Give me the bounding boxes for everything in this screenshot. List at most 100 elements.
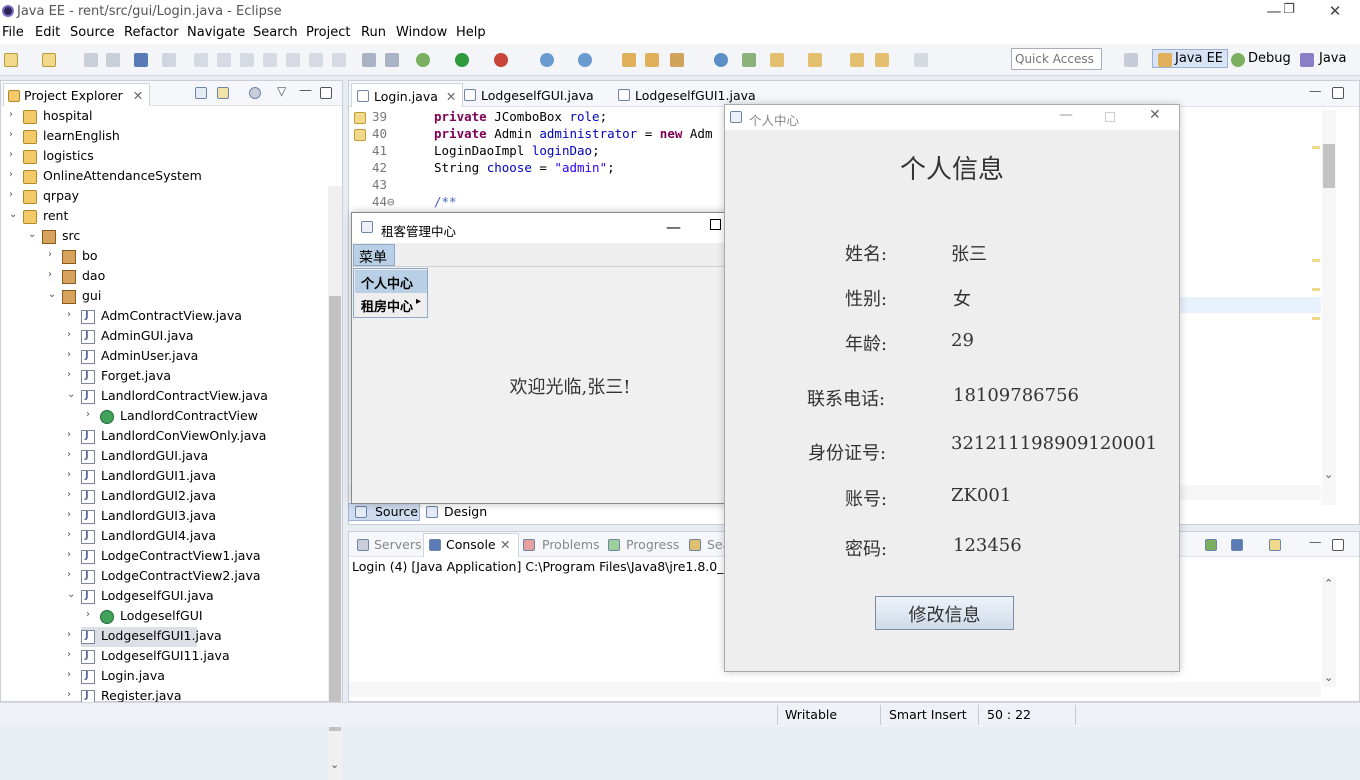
new-icon[interactable] xyxy=(4,53,18,67)
chevron-right-icon[interactable]: › xyxy=(9,189,13,200)
console-hscrollbar[interactable] xyxy=(349,682,1321,697)
skip-breakpoints-icon[interactable] xyxy=(162,53,176,67)
terminate-icon[interactable] xyxy=(240,53,254,67)
chevron-right-icon[interactable]: › xyxy=(67,349,71,360)
editor-scrollbar[interactable]: ⌄ xyxy=(1322,110,1336,505)
code-line[interactable]: 42 String choose = "admin"; xyxy=(352,160,615,177)
open-task-icon[interactable] xyxy=(645,53,659,67)
prev-edit-icon[interactable] xyxy=(770,53,784,67)
minimize-button[interactable]: — xyxy=(1059,107,1073,123)
chevron-right-icon[interactable]: › xyxy=(67,529,71,540)
step-over-icon[interactable] xyxy=(309,53,323,67)
code-line[interactable]: 40 private Admin administrator = new Adm xyxy=(352,126,712,143)
link-with-editor-icon[interactable] xyxy=(217,87,229,99)
close-button[interactable]: ✕ xyxy=(1149,107,1161,123)
filter-icon[interactable] xyxy=(249,87,261,99)
forward-icon[interactable] xyxy=(875,53,889,67)
toggle-mark-icon[interactable] xyxy=(385,53,399,67)
explorer-scroll-thumb[interactable] xyxy=(329,296,341,731)
run-icon[interactable] xyxy=(455,53,469,67)
chevron-right-icon[interactable]: › xyxy=(67,569,71,580)
chevron-right-icon[interactable]: › xyxy=(67,549,71,560)
chevron-right-icon[interactable]: › xyxy=(9,169,13,180)
suspend-icon[interactable] xyxy=(217,53,231,67)
scroll-down-icon[interactable]: ⌄ xyxy=(1324,468,1333,481)
chevron-right-icon[interactable]: › xyxy=(48,269,52,280)
chevron-right-icon[interactable]: › xyxy=(67,689,71,700)
display-console-icon[interactable] xyxy=(1231,539,1243,551)
last-edit-icon[interactable] xyxy=(914,53,928,67)
code-line[interactable]: 44⊖ /** xyxy=(352,194,457,211)
collapse-all-icon[interactable] xyxy=(195,87,207,99)
back-icon[interactable] xyxy=(850,53,864,67)
new-project-icon[interactable] xyxy=(42,53,56,67)
open-console-icon[interactable] xyxy=(1205,539,1217,551)
step-into-icon[interactable] xyxy=(286,53,300,67)
chevron-right-icon[interactable]: › xyxy=(67,509,71,520)
menu-main[interactable]: 菜单 xyxy=(353,244,395,266)
console-icon[interactable] xyxy=(134,53,148,67)
scroll-down-icon[interactable]: ⌄ xyxy=(330,758,339,771)
chevron-right-icon[interactable]: › xyxy=(67,449,71,460)
scroll-down-icon[interactable]: ⌄ xyxy=(1324,671,1333,684)
open-type-icon[interactable] xyxy=(622,53,636,67)
chevron-right-icon[interactable]: › xyxy=(67,649,71,660)
menu-refactor[interactable]: Refactor xyxy=(124,25,179,40)
design-tab-label[interactable]: Design xyxy=(444,504,487,519)
save-all-icon[interactable] xyxy=(106,53,120,67)
step-return-icon[interactable] xyxy=(332,53,346,67)
next-annotation-icon[interactable] xyxy=(742,53,756,67)
use-step-filters-icon[interactable] xyxy=(362,53,376,67)
scroll-up-icon[interactable]: ⌃ xyxy=(1324,577,1333,590)
menu-source[interactable]: Source xyxy=(70,25,115,40)
chevron-right-icon[interactable]: › xyxy=(67,429,71,440)
menu-file[interactable]: File xyxy=(2,25,24,40)
new-java-class-icon[interactable] xyxy=(578,53,592,67)
maximize-button[interactable] xyxy=(1105,112,1115,122)
console-scrollbar[interactable]: ⌃ ⌄ xyxy=(1322,577,1336,687)
chevron-down-icon[interactable]: ⌄ xyxy=(67,589,75,600)
chevron-down-icon[interactable]: ⌄ xyxy=(48,289,56,300)
run-external-tools-icon[interactable] xyxy=(494,53,508,67)
menu-item-personal-center[interactable]: 个人中心 xyxy=(355,270,427,293)
editor-scroll-thumb[interactable] xyxy=(1323,144,1335,188)
new-console-icon[interactable] xyxy=(1269,539,1281,551)
maximize-console-icon[interactable] xyxy=(1332,539,1344,551)
menu-item-rental-center[interactable]: 租房中心 ▸ xyxy=(355,293,427,316)
minimize-console-icon[interactable]: — xyxy=(1309,534,1322,549)
view-menu-icon[interactable]: ▽ xyxy=(277,84,286,98)
debug-icon[interactable] xyxy=(416,53,430,67)
chevron-right-icon[interactable]: › xyxy=(67,629,71,640)
menu-navigate[interactable]: Navigate xyxy=(187,25,245,40)
maximize-view-icon[interactable] xyxy=(320,87,332,99)
chevron-right-icon[interactable]: › xyxy=(48,249,52,260)
tab-problems[interactable]: Problems xyxy=(542,537,600,552)
perspective-java[interactable]: Java xyxy=(1319,51,1346,66)
edit-info-button[interactable]: 修改信息 xyxy=(875,596,1014,630)
chevron-down-icon[interactable]: ⌄ xyxy=(28,229,36,240)
tree-item[interactable]: › LodgeselfGUI1.java xyxy=(67,627,222,647)
save-icon[interactable] xyxy=(84,53,98,67)
quick-access-input[interactable] xyxy=(1011,48,1102,70)
minimize-button[interactable]: — xyxy=(666,218,681,236)
open-perspective-icon[interactable] xyxy=(1124,53,1138,67)
chevron-right-icon[interactable]: › xyxy=(67,369,71,380)
maximize-button[interactable] xyxy=(710,219,721,230)
chevron-right-icon[interactable]: › xyxy=(9,109,13,120)
chevron-down-icon[interactable]: ⌄ xyxy=(67,389,75,400)
close-tab-icon[interactable]: ✕ xyxy=(500,537,510,552)
chevron-right-icon[interactable]: › xyxy=(9,149,13,160)
chevron-right-icon[interactable]: › xyxy=(67,309,71,320)
close-tab-icon[interactable]: ✕ xyxy=(133,88,143,103)
resume-icon[interactable] xyxy=(194,53,208,67)
menu-help[interactable]: Help xyxy=(456,25,486,40)
tab-servers[interactable]: Servers xyxy=(374,537,422,552)
code-line[interactable]: 39 private JComboBox role; xyxy=(352,109,607,126)
chevron-right-icon[interactable]: › xyxy=(86,609,90,620)
web-browser-icon[interactable] xyxy=(714,53,728,67)
chevron-down-icon[interactable]: ⌄ xyxy=(9,209,17,220)
chevron-right-icon[interactable]: › xyxy=(67,669,71,680)
close-tab-icon[interactable]: ✕ xyxy=(446,89,456,104)
maximize-editor-icon[interactable] xyxy=(1332,87,1344,99)
perspective-debug[interactable]: Debug xyxy=(1248,51,1291,66)
